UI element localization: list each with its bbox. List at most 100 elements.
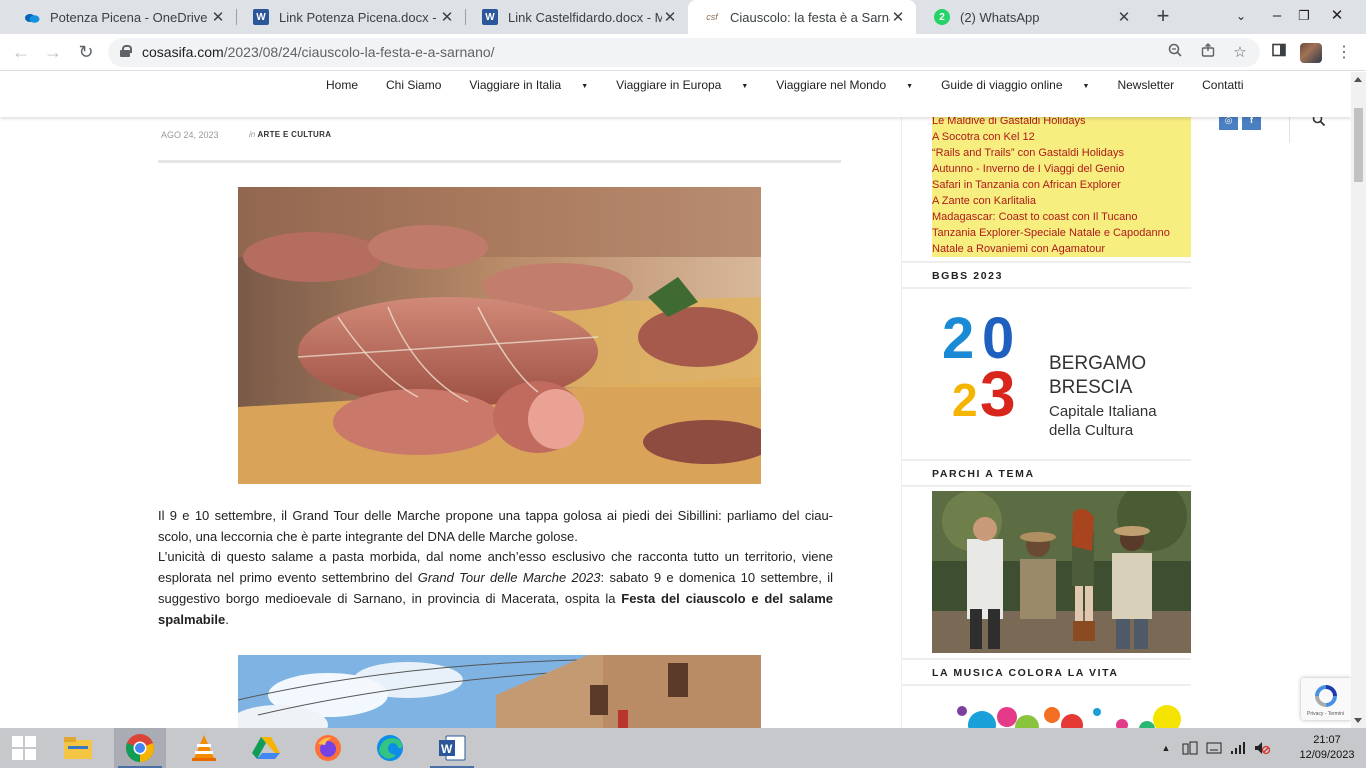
tray-overflow-icon[interactable]: ▲ (1158, 741, 1174, 755)
travel-link[interactable]: Natale a Rovaniemi con Agamatour (932, 241, 1170, 257)
category-link[interactable]: ARTE E CULTURA (257, 130, 331, 139)
menu-item-viaggiare-nel-mondo[interactable]: Viaggiare nel Mondo ▼ (776, 78, 927, 92)
edge-icon[interactable] (364, 728, 416, 768)
tab-close-icon[interactable]: ✕ (439, 8, 455, 26)
menu-label: Newsletter (1117, 78, 1175, 92)
whatsapp-icon: 2 (934, 9, 950, 25)
bgbs-digit: 2 (942, 306, 974, 371)
travel-link[interactable]: A Socotra con Kel 12 (932, 129, 1170, 145)
google-drive-icon[interactable] (240, 728, 292, 768)
tab-search-chevron-icon[interactable]: ⌄ (1224, 0, 1258, 34)
menu-item-guide-di-viaggio[interactable]: Guide di viaggio online ▼ (941, 78, 1103, 92)
onedrive-icon (24, 9, 40, 25)
address-bar[interactable]: cosasifa.com/2023/08/24/ciauscolo-la-fes… (108, 38, 1260, 67)
window-close-icon[interactable]: ✕ (1320, 0, 1354, 34)
clock-time: 21:07 (1313, 734, 1341, 746)
site-favicon-icon: csf (706, 12, 718, 22)
travel-link[interactable]: Madagascar: Coast to coast con Il Tucano (932, 209, 1170, 225)
menu-item-viaggiare-in-italia[interactable]: Viaggiare in Italia ▼ (469, 78, 602, 92)
travel-link[interactable]: Autunno - Inverno de I Viaggi del Genio (932, 161, 1170, 177)
tab-ciauscolo[interactable]: csf Ciauscolo: la festa è a Sarnano ✕ (688, 0, 916, 34)
scrollbar-thumb[interactable] (1354, 108, 1363, 182)
tab-close-icon[interactable]: ✕ (1116, 8, 1132, 26)
tab-link-castelfidardo[interactable]: W Link Castelfidardo.docx - Micro ✕ (466, 0, 688, 34)
file-explorer-icon[interactable] (52, 728, 104, 768)
firefox-icon[interactable] (302, 728, 354, 768)
keyboard-icon[interactable] (1206, 741, 1222, 755)
paint-splash-image[interactable] (932, 687, 1191, 728)
menu-item-viaggiare-in-europa[interactable]: Viaggiare in Europa ▼ (616, 78, 762, 92)
menu-label: Viaggiare in Europa (616, 78, 722, 92)
device-icon[interactable] (1182, 741, 1198, 755)
svg-text:W: W (441, 742, 453, 756)
volume-muted-icon[interactable] (1254, 741, 1271, 755)
travel-link[interactable]: A Zante con Karlitalia (932, 193, 1170, 209)
site-menu-bar: Home Chi Siamo Viaggiare in Italia ▼ Viag… (0, 72, 1351, 117)
tab-whatsapp[interactable]: 2 (2) WhatsApp ✕ (918, 0, 1142, 34)
widget-title-parchi: PARCHI A TEMA (902, 459, 1191, 487)
network-signal-icon[interactable] (1230, 741, 1246, 755)
menu-label: Guide di viaggio online (941, 78, 1063, 92)
url-text[interactable]: cosasifa.com/2023/08/24/ciauscolo-la-fes… (142, 44, 495, 60)
dropdown-caret-icon: ▼ (581, 83, 589, 90)
travel-link[interactable]: “Rails and Trails” con Gastaldi Holidays (932, 145, 1170, 161)
dropdown-caret-icon: ▼ (741, 83, 749, 90)
scroll-up-icon[interactable] (1354, 77, 1362, 82)
article-category: in ARTE E CULTURA (249, 130, 331, 139)
system-clock[interactable]: 21:07 12/09/2023 (1297, 733, 1357, 763)
back-icon[interactable]: ← (9, 40, 33, 64)
reload-icon[interactable]: ↻ (74, 40, 98, 64)
theme-park-photo[interactable] (932, 491, 1191, 653)
new-tab-button[interactable]: + (1150, 4, 1176, 30)
tab-title: Potenza Picena - OneDrive (50, 9, 208, 25)
profile-avatar[interactable] (1300, 43, 1322, 63)
chrome-menu-icon[interactable]: ⋮ (1333, 42, 1355, 64)
bookmark-star-icon[interactable]: ☆ (1229, 42, 1251, 64)
menu-item-contatti[interactable]: Contatti (1202, 78, 1257, 92)
recaptcha-caption: Privacy - Termini (1307, 711, 1344, 717)
tab-close-icon[interactable]: ✕ (890, 8, 906, 26)
menu-item-home[interactable]: Home (326, 78, 372, 92)
tab-title: (2) WhatsApp (960, 9, 1040, 25)
scroll-down-icon[interactable] (1354, 718, 1362, 723)
tab-close-icon[interactable]: ✕ (662, 8, 678, 26)
lock-icon[interactable] (120, 45, 132, 57)
share-icon[interactable] (1197, 42, 1219, 64)
recaptcha-badge[interactable]: Privacy - Termini (1301, 678, 1351, 720)
zoom-icon[interactable] (1164, 42, 1186, 64)
forward-icon[interactable]: → (41, 40, 65, 64)
tab-title: Link Potenza Picena.docx - Micr (279, 9, 439, 25)
windows-start-icon[interactable] (0, 728, 48, 768)
italic-text: Grand Tour delle Marche 2023 (417, 570, 601, 586)
bgbs-2023-logo[interactable]: 2 0 2 3 BERGAMO BRESCIA Capitale Italiana… (932, 301, 1191, 461)
vlc-icon[interactable] (178, 728, 230, 768)
url-host: cosasifa.com (142, 44, 224, 60)
travel-link[interactable]: Tanzania Explorer-Speciale Natale e Capo… (932, 225, 1170, 241)
travel-links-list: Le Maldive di Gastaldi Holidays A Socotr… (932, 113, 1170, 257)
text-run: . (225, 611, 229, 627)
bgbs-title: BERGAMO BRESCIA (1049, 352, 1146, 400)
tab-title: Ciauscolo: la festa è a Sarnano (730, 9, 890, 25)
tab-close-icon[interactable]: ✕ (210, 8, 226, 26)
tab-link-potenza-picena[interactable]: W Link Potenza Picena.docx - Micr ✕ (237, 0, 465, 34)
menu-item-newsletter[interactable]: Newsletter (1117, 78, 1188, 92)
word-icon[interactable]: W (426, 728, 478, 768)
article-date: AGO 24, 2023 (161, 130, 219, 140)
article-paragraph: Il 9 e 10 settembre, il Grand Tour delle… (158, 508, 833, 544)
menu-item-chi-siamo[interactable]: Chi Siamo (386, 78, 455, 92)
travel-link[interactable]: Safari in Tanzania con African Explorer (932, 177, 1170, 193)
browser-toolbar: ← → ↻ cosasifa.com/2023/08/24/ciauscolo-… (0, 34, 1366, 71)
side-panel-icon[interactable] (1268, 42, 1290, 64)
page-scrollbar[interactable] (1351, 72, 1366, 728)
sidebar-divider (901, 117, 902, 728)
menu-label: Chi Siamo (386, 78, 442, 92)
page-viewport: Home Chi Siamo Viaggiare in Italia ▼ Viag… (0, 72, 1351, 728)
bgbs-digit: 3 (980, 358, 1016, 421)
divider (158, 160, 841, 163)
menu-label: Viaggiare in Italia (469, 78, 562, 92)
tab-onedrive[interactable]: Potenza Picena - OneDrive ✕ (8, 0, 236, 34)
bgbs-line: Capitale Italiana (1049, 403, 1157, 420)
restore-icon[interactable]: ❐ (1287, 0, 1321, 34)
menu-label: Home (326, 78, 359, 92)
chrome-icon[interactable] (114, 728, 166, 768)
